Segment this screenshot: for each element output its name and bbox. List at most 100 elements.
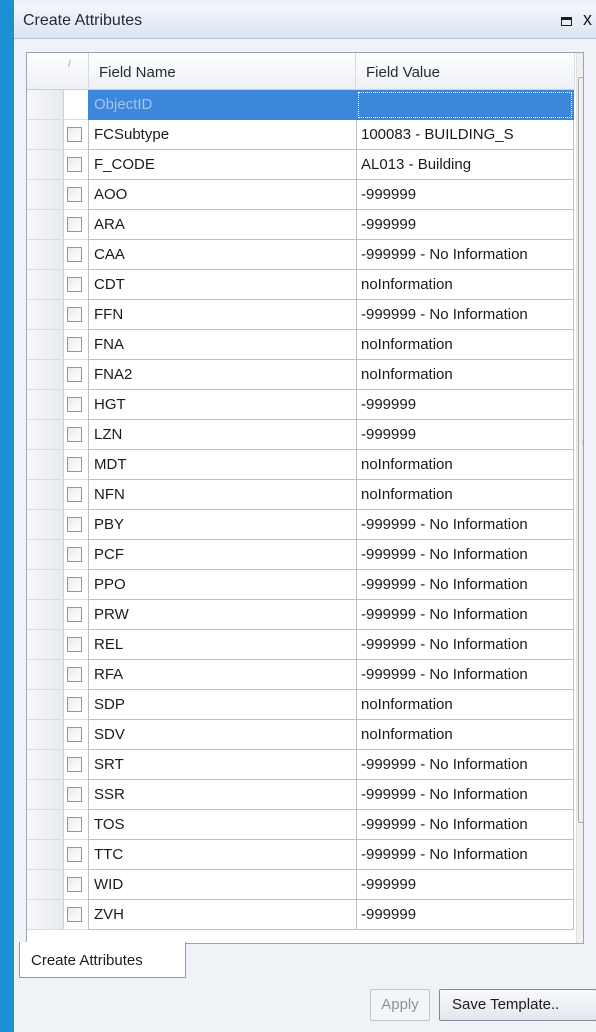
row-checkbox[interactable] <box>67 187 82 202</box>
field-value-cell[interactable]: noInformation <box>356 480 574 510</box>
table-row[interactable]: WID -999999 <box>27 870 575 900</box>
table-row[interactable]: FNA noInformation <box>27 330 575 360</box>
table-row[interactable]: SRT -999999 - No Information <box>27 750 575 780</box>
row-checkbox[interactable] <box>67 427 82 442</box>
table-row[interactable]: AOO -999999 <box>27 180 575 210</box>
field-name-cell[interactable]: REL <box>88 630 357 660</box>
table-row[interactable]: RFA -999999 - No Information <box>27 660 575 690</box>
scroll-up-arrow-icon[interactable]: ▲ <box>577 53 583 73</box>
table-row[interactable]: CAA -999999 - No Information <box>27 240 575 270</box>
field-name-header[interactable]: Field Name <box>89 53 356 89</box>
field-value-cell[interactable]: -999999 <box>356 870 574 900</box>
row-checkbox[interactable] <box>67 817 82 832</box>
row-selector[interactable] <box>27 270 64 300</box>
field-value-cell[interactable]: noInformation <box>356 690 574 720</box>
field-value-cell[interactable]: noInformation <box>356 330 574 360</box>
field-value-cell[interactable]: noInformation <box>356 360 574 390</box>
table-row[interactable]: FNA2 noInformation <box>27 360 575 390</box>
field-value-cell[interactable]: 100083 - BUILDING_S <box>356 120 574 150</box>
field-value-cell[interactable] <box>356 90 574 120</box>
field-value-cell[interactable]: noInformation <box>356 720 574 750</box>
row-selector[interactable] <box>27 870 64 900</box>
row-checkbox[interactable] <box>67 127 82 142</box>
field-name-cell[interactable]: RFA <box>88 660 357 690</box>
field-name-cell[interactable]: ZVH <box>88 900 357 930</box>
row-selector[interactable] <box>27 510 64 540</box>
table-row[interactable]: CDT noInformation <box>27 270 575 300</box>
row-selector[interactable] <box>27 420 64 450</box>
row-checkbox[interactable] <box>67 547 82 562</box>
field-name-cell[interactable]: TTC <box>88 840 357 870</box>
field-name-cell[interactable]: PCF <box>88 540 357 570</box>
field-name-cell[interactable]: FNA2 <box>88 360 357 390</box>
field-value-cell[interactable]: -999999 <box>356 210 574 240</box>
row-selector[interactable] <box>27 120 64 150</box>
table-row[interactable]: SDV noInformation <box>27 720 575 750</box>
row-selector[interactable] <box>27 210 64 240</box>
row-selector[interactable] <box>27 720 64 750</box>
table-row[interactable]: TTC -999999 - No Information <box>27 840 575 870</box>
table-row[interactable]: ARA -999999 <box>27 210 575 240</box>
field-value-header[interactable]: Field Value <box>356 53 575 89</box>
field-value-cell[interactable]: noInformation <box>356 450 574 480</box>
table-row[interactable]: SDP noInformation <box>27 690 575 720</box>
table-row[interactable]: FFN -999999 - No Information <box>27 300 575 330</box>
scroll-thumb[interactable]: ≡ <box>578 77 583 823</box>
table-row[interactable]: F_CODE AL013 - Building <box>27 150 575 180</box>
field-name-cell[interactable]: FFN <box>88 300 357 330</box>
row-checkbox[interactable] <box>67 877 82 892</box>
table-row[interactable]: LZN -999999 <box>27 420 575 450</box>
field-value-cell[interactable]: -999999 <box>356 900 574 930</box>
field-value-cell[interactable]: -999999 <box>356 420 574 450</box>
table-row[interactable]: MDT noInformation <box>27 450 575 480</box>
table-row[interactable]: PPO -999999 - No Information <box>27 570 575 600</box>
row-selector[interactable] <box>27 90 64 120</box>
row-checkbox[interactable] <box>67 487 82 502</box>
field-value-cell[interactable]: -999999 - No Information <box>356 510 574 540</box>
table-row[interactable]: REL -999999 - No Information <box>27 630 575 660</box>
field-name-cell[interactable]: ARA <box>88 210 357 240</box>
field-name-cell[interactable]: SSR <box>88 780 357 810</box>
field-name-cell[interactable]: MDT <box>88 450 357 480</box>
field-value-cell[interactable]: -999999 - No Information <box>356 780 574 810</box>
field-name-cell[interactable]: HGT <box>88 390 357 420</box>
table-row[interactable]: ObjectID <box>27 90 575 120</box>
field-value-cell[interactable]: -999999 - No Information <box>356 600 574 630</box>
field-value-cell[interactable]: -999999 - No Information <box>356 840 574 870</box>
table-row[interactable]: SSR -999999 - No Information <box>27 780 575 810</box>
field-value-cell[interactable]: noInformation <box>356 270 574 300</box>
row-checkbox[interactable] <box>67 157 82 172</box>
row-selector[interactable] <box>27 300 64 330</box>
field-value-cell[interactable]: -999999 - No Information <box>356 810 574 840</box>
row-selector[interactable] <box>27 660 64 690</box>
field-name-cell[interactable]: CAA <box>88 240 357 270</box>
table-row[interactable]: PCF -999999 - No Information <box>27 540 575 570</box>
row-selector[interactable] <box>27 360 64 390</box>
row-selector[interactable] <box>27 900 64 930</box>
field-value-cell[interactable]: -999999 - No Information <box>356 630 574 660</box>
table-row[interactable]: FCSubtype 100083 - BUILDING_S <box>27 120 575 150</box>
row-checkbox[interactable] <box>67 307 82 322</box>
field-name-cell[interactable]: SDP <box>88 690 357 720</box>
field-name-cell[interactable]: LZN <box>88 420 357 450</box>
row-selector[interactable] <box>27 690 64 720</box>
field-value-cell[interactable]: AL013 - Building <box>356 150 574 180</box>
row-selector[interactable] <box>27 540 64 570</box>
field-value-cell[interactable]: -999999 <box>356 390 574 420</box>
row-selector[interactable] <box>27 390 64 420</box>
row-checkbox[interactable] <box>67 337 82 352</box>
field-name-cell[interactable]: CDT <box>88 270 357 300</box>
row-selector[interactable] <box>27 240 64 270</box>
row-selector[interactable] <box>27 570 64 600</box>
row-selector[interactable] <box>27 600 64 630</box>
field-name-cell[interactable]: AOO <box>88 180 357 210</box>
row-selector[interactable] <box>27 810 64 840</box>
field-value-cell[interactable]: -999999 - No Information <box>356 240 574 270</box>
row-checkbox[interactable] <box>67 757 82 772</box>
field-name-cell[interactable]: FCSubtype <box>88 120 357 150</box>
row-selector[interactable] <box>27 630 64 660</box>
field-value-cell[interactable]: -999999 - No Information <box>356 570 574 600</box>
field-name-cell[interactable]: PBY <box>88 510 357 540</box>
field-value-cell[interactable]: -999999 - No Information <box>356 660 574 690</box>
table-row[interactable]: ZVH -999999 <box>27 900 575 930</box>
